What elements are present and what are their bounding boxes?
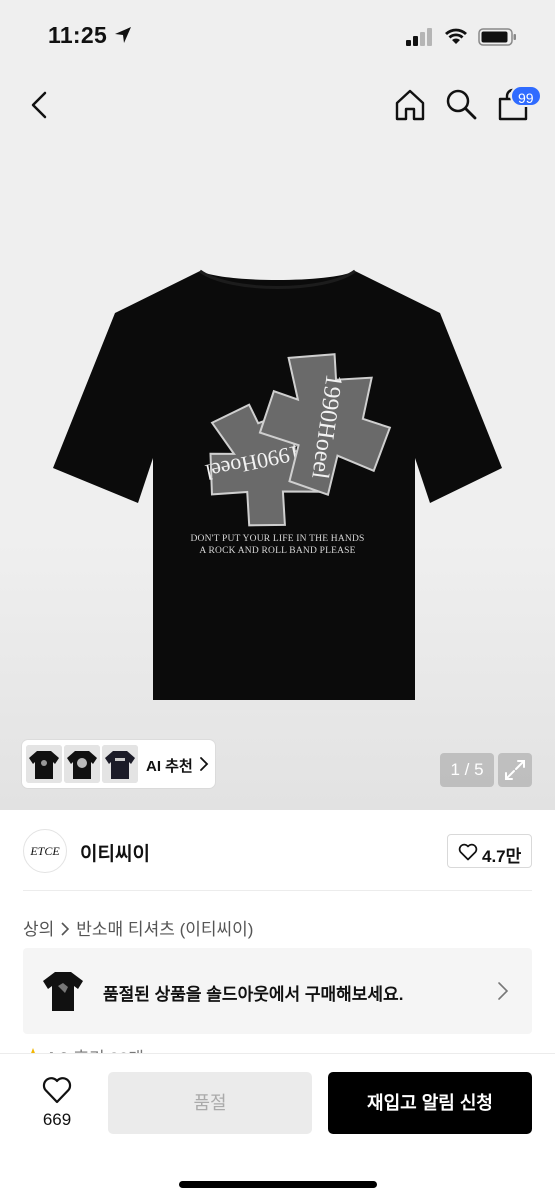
- brand-like-button[interactable]: 4.7만: [447, 834, 532, 868]
- cellular-signal-icon: [406, 28, 432, 46]
- ai-recommend-label: AI 추천: [146, 758, 193, 775]
- wishlist-count: 669: [42, 1110, 72, 1129]
- brand-like-count: 4.7만: [482, 847, 522, 866]
- breadcrumb-category[interactable]: 상의: [23, 920, 54, 939]
- recommend-thumbnail: [64, 745, 100, 783]
- recommend-thumbnail: [102, 745, 138, 783]
- shirt-print-line-1: DON'T PUT YOUR LIFE IN THE HANDS: [190, 534, 365, 544]
- home-icon[interactable]: [393, 88, 427, 122]
- tshirt-product-image: 1990Hoeel 1990Hoeel: [53, 269, 502, 700]
- battery-icon: [478, 28, 516, 46]
- expand-image-button[interactable]: [498, 753, 532, 787]
- restock-alert-button[interactable]: 재입고 알림 신청: [328, 1072, 532, 1134]
- breadcrumb: 상의 반소매 티셔츠 (이티씨이): [23, 915, 253, 940]
- location-arrow-icon: [115, 27, 131, 43]
- product-image-carousel[interactable]: 1990Hoeel 1990Hoeel DON'T PUT YOUR LIFE …: [0, 138, 555, 810]
- expand-icon: [505, 760, 525, 780]
- shirt-print-line-2: A ROCK AND ROLL BAND PLEASE: [199, 546, 356, 556]
- back-arrow-icon[interactable]: [28, 90, 52, 120]
- bottom-action-bar: 669 품절 재입고 알림 신청: [0, 1054, 555, 1200]
- home-indicator[interactable]: [179, 1181, 377, 1188]
- brand-name[interactable]: 이티씨이: [80, 839, 150, 866]
- soldout-button[interactable]: 품절: [108, 1072, 312, 1134]
- recommend-thumbnail: [26, 745, 62, 783]
- chevron-right-icon: [61, 922, 70, 936]
- status-time: 11:25: [48, 22, 108, 48]
- status-bar: 11:25: [0, 0, 555, 72]
- ai-recommend-button[interactable]: AI 추천: [22, 740, 215, 788]
- heart-icon: [42, 1077, 72, 1104]
- search-icon[interactable]: [445, 88, 477, 120]
- wifi-icon: [445, 28, 467, 44]
- chevron-right-icon: [498, 982, 509, 1000]
- wishlist-button[interactable]: 669: [20, 1074, 94, 1138]
- image-page-indicator: 1 / 5: [440, 753, 494, 787]
- top-navigation: [0, 72, 555, 138]
- cart-count-badge: 99: [510, 85, 542, 107]
- brand-logo[interactable]: ETCE: [23, 829, 67, 873]
- soldout-banner-text: 품절된 상품을 솔드아웃에서 구매해보세요.: [103, 985, 404, 1004]
- divider: [23, 890, 532, 891]
- chevron-right-icon: [200, 757, 209, 771]
- breadcrumb-subcategory[interactable]: 반소매 티셔츠 (이티씨이): [76, 920, 253, 939]
- soldout-banner[interactable]: 품절된 상품을 솔드아웃에서 구매해보세요.: [23, 948, 532, 1034]
- heart-icon: [458, 843, 478, 861]
- soldout-product-thumbnail: [43, 972, 83, 1011]
